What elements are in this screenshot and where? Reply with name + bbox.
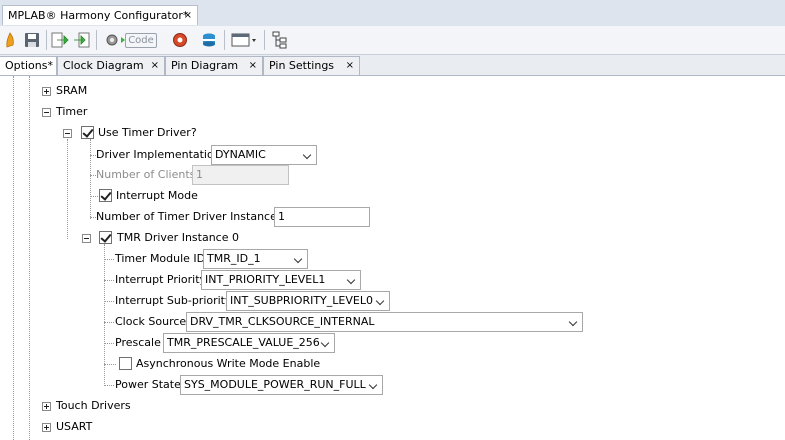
driver-implementation-label: Driver Implementation bbox=[96, 148, 221, 161]
window-title: MPLAB® Harmony Configurator* bbox=[8, 9, 189, 22]
toolbar-separator bbox=[46, 30, 47, 50]
instance-0-label: TMR Driver Instance 0 bbox=[117, 231, 239, 244]
generate-code-button[interactable]: Code bbox=[101, 29, 161, 51]
collapse-use-timer-driver-icon[interactable] bbox=[63, 129, 72, 138]
power-state-select[interactable]: SYS_MODULE_POWER_RUN_FULL bbox=[180, 375, 383, 395]
configurator-window-tab[interactable]: MPLAB® Harmony Configurator* × bbox=[2, 5, 198, 25]
save-icon[interactable] bbox=[22, 29, 42, 51]
tree-guide-line bbox=[104, 364, 116, 365]
number-of-instances-label: Number of Timer Driver Instances bbox=[96, 210, 283, 223]
number-of-instances-field[interactable]: 1 bbox=[274, 207, 370, 227]
driver-implementation-select[interactable]: DYNAMIC bbox=[211, 145, 317, 165]
interrupt-subpriority-select[interactable]: INT_SUBPRIORITY_LEVEL0 bbox=[226, 291, 390, 311]
use-timer-driver-checkbox[interactable] bbox=[81, 126, 94, 139]
close-tab-icon[interactable]: × bbox=[249, 57, 257, 75]
chevron-down-icon bbox=[320, 338, 330, 348]
close-window-tab-icon[interactable]: × bbox=[184, 6, 192, 25]
window-layout-dropdown-icon[interactable] bbox=[229, 29, 259, 51]
tab-pin-settings[interactable]: Pin Settings × bbox=[263, 56, 360, 75]
tab-clock-diagram[interactable]: Clock Diagram × bbox=[57, 56, 165, 75]
chevron-down-icon bbox=[568, 317, 578, 327]
chevron-down-icon bbox=[293, 254, 303, 264]
close-tab-icon[interactable]: × bbox=[151, 57, 159, 75]
harmony-flame-icon[interactable] bbox=[3, 29, 17, 51]
tree-node-touch-drivers[interactable]: Touch Drivers bbox=[56, 399, 131, 413]
expand-touch-drivers-icon[interactable] bbox=[42, 402, 51, 411]
timer-module-id-select[interactable]: TMR_ID_1 bbox=[203, 249, 308, 269]
tree-node-timer[interactable]: Timer bbox=[56, 105, 87, 119]
tree-node-sram[interactable]: SRAM bbox=[56, 84, 87, 98]
number-of-clients-field[interactable]: 1 bbox=[192, 165, 289, 185]
view-tab-bar: Options* Clock Diagram × Pin Diagram × P… bbox=[0, 55, 785, 76]
tab-clock-diagram-label: Clock Diagram bbox=[63, 59, 144, 72]
async-write-label: Asynchronous Write Mode Enable bbox=[136, 357, 321, 370]
timer-module-id-value: TMR_ID_1 bbox=[207, 252, 261, 265]
tree-guide-line bbox=[104, 301, 114, 302]
chevron-down-icon bbox=[368, 380, 378, 390]
tree-guide-line bbox=[29, 76, 30, 440]
interrupt-subpriority-value: INT_SUBPRIORITY_LEVEL0 bbox=[230, 294, 373, 307]
driver-implementation-value: DYNAMIC bbox=[215, 148, 266, 161]
tree-guide-line bbox=[104, 259, 114, 260]
expand-usart-icon[interactable] bbox=[42, 423, 51, 432]
tree-guide-line bbox=[90, 139, 91, 219]
chevron-down-icon bbox=[375, 296, 385, 306]
tree-guide-line bbox=[104, 322, 114, 323]
collapse-instance-0-icon[interactable] bbox=[82, 234, 91, 243]
import-icon[interactable] bbox=[50, 29, 70, 51]
power-state-value: SYS_MODULE_POWER_RUN_FULL bbox=[184, 378, 366, 391]
toolbar-separator bbox=[96, 30, 97, 50]
tree-view-icon[interactable] bbox=[270, 29, 290, 51]
interrupt-subpriority-label: Interrupt Sub-priority bbox=[115, 294, 232, 307]
toolbar-separator bbox=[264, 30, 265, 50]
timer-module-id-label: Timer Module ID bbox=[115, 252, 206, 265]
database-icon[interactable] bbox=[199, 29, 219, 51]
chevron-down-icon bbox=[346, 275, 356, 285]
settings-gear-icon[interactable] bbox=[170, 29, 190, 51]
clock-source-value: DRV_TMR_CLKSOURCE_INTERNAL bbox=[190, 315, 375, 328]
tab-pin-settings-label: Pin Settings bbox=[269, 59, 335, 72]
tree-guide-line bbox=[67, 139, 68, 239]
export-icon[interactable] bbox=[71, 29, 91, 51]
toolbar-separator bbox=[224, 30, 225, 50]
tab-options-label: Options* bbox=[5, 59, 53, 72]
tab-pin-diagram-label: Pin Diagram bbox=[171, 59, 239, 72]
expand-sram-icon[interactable] bbox=[42, 87, 51, 96]
instance-0-checkbox[interactable] bbox=[99, 231, 112, 244]
interrupt-mode-checkbox[interactable] bbox=[99, 189, 112, 202]
prescale-select[interactable]: TMR_PRESCALE_VALUE_256 bbox=[163, 333, 335, 353]
interrupt-priority-value: INT_PRIORITY_LEVEL1 bbox=[205, 273, 326, 286]
tab-options[interactable]: Options* bbox=[0, 56, 57, 75]
interrupt-priority-label: Interrupt Priority bbox=[115, 273, 207, 286]
power-state-label: Power State bbox=[115, 378, 181, 391]
interrupt-mode-label: Interrupt Mode bbox=[116, 189, 198, 202]
close-tab-icon[interactable]: × bbox=[346, 57, 354, 75]
prescale-label: Prescale bbox=[115, 336, 161, 349]
tree-guide-line bbox=[104, 343, 114, 344]
toolbar: Code bbox=[0, 26, 785, 55]
use-timer-driver-label: Use Timer Driver? bbox=[98, 126, 197, 139]
tree-guide-line bbox=[90, 196, 98, 197]
code-label: Code bbox=[125, 32, 157, 48]
interrupt-priority-select[interactable]: INT_PRIORITY_LEVEL1 bbox=[201, 270, 361, 290]
window-tab-bar: MPLAB® Harmony Configurator* × bbox=[0, 0, 785, 27]
clock-source-select[interactable]: DRV_TMR_CLKSOURCE_INTERNAL bbox=[186, 312, 583, 332]
tree-guide-line bbox=[104, 385, 114, 386]
clock-source-label: Clock Source bbox=[115, 315, 187, 328]
tab-pin-diagram[interactable]: Pin Diagram × bbox=[165, 56, 263, 75]
tree-guide-line bbox=[104, 280, 114, 281]
tree-node-usart[interactable]: USART bbox=[56, 420, 92, 434]
tree-guide-line bbox=[13, 76, 14, 440]
number-of-clients-label: Number of Clients bbox=[96, 168, 196, 181]
collapse-timer-icon[interactable] bbox=[42, 108, 51, 117]
prescale-value: TMR_PRESCALE_VALUE_256 bbox=[167, 336, 320, 349]
chevron-down-icon bbox=[302, 150, 312, 160]
async-write-checkbox[interactable] bbox=[119, 357, 132, 370]
